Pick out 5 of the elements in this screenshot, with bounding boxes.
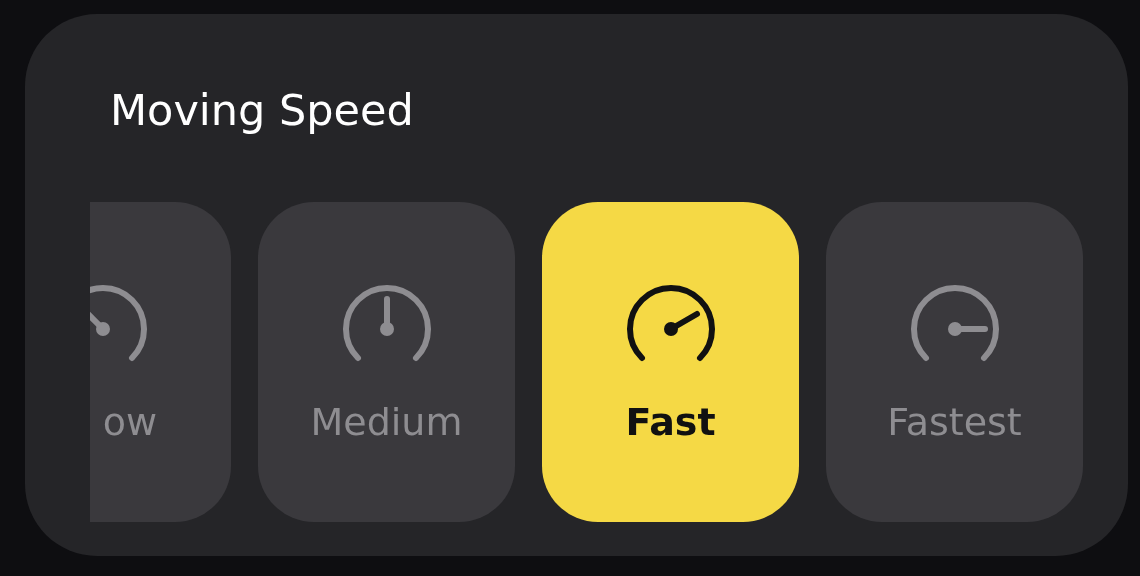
card-title: Moving Speed bbox=[110, 84, 415, 137]
speed-option[interactable]: ow bbox=[90, 202, 231, 522]
speed-option[interactable]: Fast bbox=[542, 202, 799, 522]
speed-option[interactable]: Medium bbox=[258, 202, 515, 522]
speed-option[interactable]: Fastest bbox=[826, 202, 1083, 522]
